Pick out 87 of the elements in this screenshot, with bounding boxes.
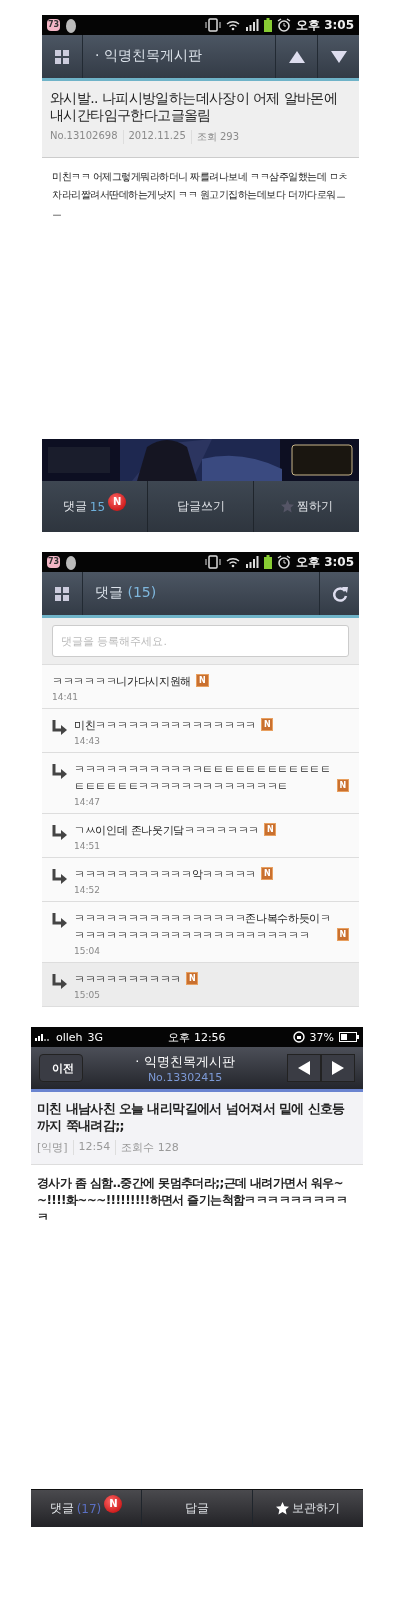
vibrate-icon	[204, 555, 221, 569]
network-type: 3G	[87, 1030, 104, 1044]
reply-arrow-icon	[52, 763, 68, 779]
board-title: · 익명친목게시판	[134, 1052, 236, 1071]
comment-time: 15:05	[74, 989, 101, 1002]
comment-row[interactable]: ㅋㅋㅋㅋㅋㅋㅋㅋㅋㅋ N 15:05	[42, 963, 359, 1007]
wifi-icon	[225, 556, 240, 568]
reply-arrow-icon	[52, 824, 68, 840]
bookmark-button[interactable]: 찜하기	[253, 481, 359, 532]
star-icon	[276, 1502, 289, 1515]
comment-time: 15:04	[74, 945, 101, 958]
post-title: 미친 내남사친 오늘 내리막길에서 넘어져서 밑에 신호등까지 쭉내려감;;	[37, 1100, 346, 1134]
screen-title: 댓글	[95, 584, 123, 600]
post-meta: 조회수 128	[115, 1140, 184, 1155]
reply-button[interactable]: 답글	[141, 1490, 252, 1527]
new-badge: N	[336, 928, 349, 941]
comment-text: ㅋㅋㅋㅋㅋㅋ니가다시지원해	[52, 674, 192, 689]
grid-menu-icon	[55, 49, 69, 64]
notification-icon: 73	[47, 556, 61, 568]
reply-arrow-icon	[52, 868, 68, 884]
new-badge: N	[260, 867, 274, 880]
comment-time: 14:51	[74, 840, 101, 853]
battery-icon	[263, 18, 272, 32]
comment-text: ㅋㅋㅋㅋㅋㅋㅋㅋㅋㅋㅋㅋㅌㅌㅌㅌㅌㅌㅌㅌㅌㅌㅌㅌㅌㅌㅌㅌㅌㅌㅋㅋㅋㅋㅋㅋㅋㅋㅋㅋㅋㅋㅋㅌ	[74, 762, 332, 794]
figure-icon	[65, 554, 78, 570]
new-badge: N	[263, 823, 277, 836]
board-title: · 익명친목게시판	[94, 46, 203, 65]
comment-time: 14:52	[74, 884, 101, 897]
post-body: 경사가 좀 심함..중간에 못멈추더라;;근데 내려가면서 워우~~!!!!화~~~!!!!!!!!!하면서 즐기는척함ㅋㅋㅋㅋㅋㅋㅋㅋㅋㅋ	[37, 1175, 348, 1226]
refresh-icon	[330, 584, 349, 603]
rotation-lock-icon	[292, 1031, 305, 1043]
figure-icon	[65, 17, 78, 33]
battery-icon	[339, 1032, 359, 1042]
alarm-clock-icon	[276, 555, 291, 569]
reply-button[interactable]: 답글쓰기	[147, 481, 253, 532]
new-badge: N	[196, 674, 209, 687]
new-badge: N	[336, 779, 349, 792]
notification-icon: 73	[47, 19, 61, 31]
grid-menu-icon	[55, 586, 69, 601]
comment-time: 14:41	[52, 691, 79, 704]
comment-text: ㅋㅋㅋㅋㅋㅋㅋㅋㅋㅋㅋㅋㅋㅋㅋㅋ존나복수하듯이ㅋㅋㅋㅋㅋㅋㅋㅋㅋㅋㅋㅋㅋㅋㅋㅋㅋㅋㅋㅋㅋㅋㅋ	[74, 911, 332, 943]
right-arrow-icon	[332, 1061, 344, 1075]
comment-text: 미친ㅋㅋㅋㅋㅋㅋㅋㅋㅋㅋㅋㅋㅋㅋㅋ	[74, 718, 256, 733]
vibrate-icon	[204, 18, 221, 32]
up-arrow-icon	[288, 50, 305, 63]
comment-text: ㄱㅆ이인데 존나웃기닼ㅋㅋㅋㅋㅋㅋㅋ	[74, 823, 259, 838]
new-badge: N	[108, 492, 127, 511]
wifi-icon	[225, 19, 240, 31]
battery-icon	[263, 555, 272, 569]
bookmark-button[interactable]: 보관하기	[252, 1490, 363, 1527]
alarm-clock-icon	[276, 18, 291, 32]
signal-icon	[35, 1033, 51, 1041]
carrier-name: olleh	[56, 1030, 83, 1044]
left-arrow-icon	[298, 1061, 310, 1075]
post-number: No.13302415	[146, 1070, 224, 1084]
signal-icon	[244, 19, 259, 31]
comment-count: (15)	[126, 584, 157, 600]
new-badge: N	[186, 972, 199, 985]
comment-text: ㅋㅋㅋㅋㅋㅋㅋㅋㅋㅋ	[74, 972, 181, 987]
battery-percent: 37%	[309, 1030, 334, 1044]
comment-text: ㅋㅋㅋㅋㅋㅋㅋㅋㅋㅋㅋ악ㅋㅋㅋㅋㅋ	[74, 867, 256, 882]
reply-arrow-icon	[52, 912, 68, 928]
post-meta: [익명]	[37, 1140, 69, 1155]
new-badge: N	[260, 718, 274, 731]
signal-icon	[244, 556, 259, 568]
back-button[interactable]: 이전	[39, 1054, 83, 1082]
down-arrow-icon	[330, 50, 347, 63]
previous-button[interactable]	[287, 1054, 321, 1082]
comment-field[interactable]: 댓글을 등록해주세요.	[52, 625, 349, 657]
clock-time: 오후 3:05	[295, 16, 354, 34]
comments-button[interactable]: 댓글 (17) N	[31, 1490, 141, 1527]
star-icon	[280, 500, 294, 513]
next-button[interactable]	[321, 1054, 355, 1082]
post-title: 와시발.. 나피시방일하는데사장이 어제 알바몬에 내시간타임구한다고글올림	[50, 90, 339, 124]
comment-time: 14:47	[74, 796, 101, 809]
clock-time: 오후 12:56	[168, 1029, 226, 1045]
post-meta: 2012.11.25	[122, 130, 191, 144]
reply-arrow-icon	[52, 973, 68, 989]
comments-button[interactable]: 댓글 15 N	[42, 481, 147, 532]
post-meta: 12:54	[72, 1140, 116, 1155]
clock-time: 오후 3:05	[295, 553, 354, 571]
reply-arrow-icon	[52, 719, 68, 735]
post-meta: No.13102698	[50, 130, 119, 143]
comment-time: 14:43	[74, 735, 101, 748]
post-meta: 조회 293	[190, 130, 245, 144]
new-badge: N	[104, 1494, 123, 1513]
post-body: 미친ㅋㅋ 어제그렇게뭐라하더니 짜를려나보네 ㅋㅋ삼주일했는데 ㅁㅊ 차라리짤려서딴데하는게낫지 ㅋㅋ 원고기집하는데보다 더까다로워ㅡㅡ	[52, 170, 349, 220]
